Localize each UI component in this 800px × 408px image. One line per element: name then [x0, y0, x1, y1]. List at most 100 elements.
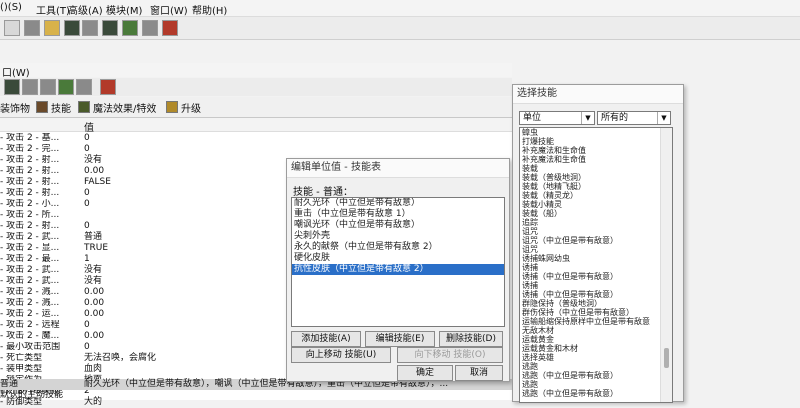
- available-ability-item[interactable]: 诱捕: [520, 263, 672, 272]
- table-row[interactable]: - 攻击 2 - 完... 0: [0, 144, 512, 155]
- ability-list-label: 技能 - 普通：: [293, 187, 353, 198]
- row-value: 0: [84, 320, 90, 330]
- tab-label: 装饰物: [0, 103, 30, 115]
- row-value: 普通: [84, 232, 103, 242]
- available-ability-item[interactable]: 逃跑: [520, 380, 672, 389]
- available-ability-item[interactable]: 诱捕（中立但是带有敌意）: [520, 272, 672, 281]
- ability-list-item[interactable]: 耐久光环（中立但是带有敌意）: [292, 198, 504, 209]
- available-ability-item[interactable]: 诱捕: [520, 281, 672, 290]
- available-ability-list[interactable]: 蟑虫 打爆技能 补充魔法和生命值 补充魔法和生命值 装载 装载（普级地洞） 装载（地精飞艇）…: [519, 127, 673, 403]
- delete-ability-button[interactable]: 删除技能(D): [439, 331, 503, 347]
- available-ability-item[interactable]: 补充魔法和生命值: [520, 155, 672, 164]
- ability-icon[interactable]: [102, 20, 118, 36]
- unit-icon[interactable]: [64, 20, 80, 36]
- ability-list[interactable]: 耐久光环（中立但是带有敌意） 重击（中立但是带有敌意 1） 嘲讽光环（中立但是带有敌…: [291, 197, 505, 327]
- available-ability-item[interactable]: 装载（地精飞艇）: [520, 182, 672, 191]
- available-ability-item[interactable]: 诱捕蛛网幼虫: [520, 254, 672, 263]
- row-value: 0: [84, 221, 90, 231]
- import-icon[interactable]: [58, 79, 74, 95]
- row-value: 没有: [84, 155, 103, 165]
- cancel-button[interactable]: 取消: [455, 365, 503, 381]
- available-ability-item[interactable]: 蟑虫: [520, 128, 672, 137]
- row-key: - 攻击 2 - 溅...: [0, 287, 60, 297]
- new-object-icon[interactable]: [4, 79, 20, 95]
- scrollbar-thumb[interactable]: [664, 348, 669, 368]
- ability-list-item[interactable]: 重击（中立但是带有敌意 1）: [292, 209, 504, 220]
- available-ability-item[interactable]: 诅咒（中立但是带有敌意）: [520, 236, 672, 245]
- tab-buffs-effects[interactable]: 魔法效果/特效: [78, 99, 156, 115]
- available-ability-item[interactable]: 逃跑: [520, 362, 672, 371]
- available-ability-item[interactable]: 补充魔法和生命值: [520, 146, 672, 155]
- available-ability-item[interactable]: 群伤保持（中立但是带有敌意）: [520, 308, 672, 317]
- menu-item-advanced[interactable]: 高级(A): [68, 2, 103, 17]
- row-value: 无法召唤，会腐化: [84, 353, 157, 363]
- row-key: - 攻击 2 - 溅...: [0, 298, 60, 308]
- menu-item-tools[interactable]: 工具(T): [36, 2, 70, 17]
- available-ability-item[interactable]: 运载黄金: [520, 335, 672, 344]
- select-value: 单位: [523, 113, 542, 123]
- available-ability-item[interactable]: 装载（船）: [520, 209, 672, 218]
- available-ability-item[interactable]: 选择英雄: [520, 353, 672, 362]
- tab-abilities[interactable]: 技能: [36, 99, 71, 115]
- edit-ability-button[interactable]: 编辑技能(E): [365, 331, 435, 347]
- available-ability-item[interactable]: 打爆技能: [520, 137, 672, 146]
- menu-item-module[interactable]: 模块(M): [106, 2, 142, 17]
- menu-item-s[interactable]: ()(S): [0, 2, 22, 13]
- paste-icon[interactable]: [40, 79, 56, 95]
- row-value: 0: [84, 342, 90, 352]
- ability-list-item[interactable]: 硬化皮肤: [292, 253, 504, 264]
- available-ability-item[interactable]: 装载（精灵龙）: [520, 191, 672, 200]
- dialog-title: 编辑单位值 - 技能表: [287, 159, 509, 178]
- available-ability-item[interactable]: 无敌木材: [520, 326, 672, 335]
- row-key: - 攻击 2 - 远程: [0, 320, 60, 330]
- delete-icon[interactable]: [100, 79, 116, 95]
- available-ability-item[interactable]: 逃跑（中立但是带有敌意）: [520, 389, 672, 398]
- window-menu-item[interactable]: 口(W): [2, 64, 30, 79]
- tab-upgrades[interactable]: 升级: [166, 99, 201, 115]
- available-ability-item[interactable]: 逃跑（中立但是带有敌意）: [520, 371, 672, 380]
- race-filter-select[interactable]: 单位 ▼: [519, 111, 595, 125]
- ok-button[interactable]: 确定: [397, 365, 453, 381]
- available-ability-item[interactable]: 诱捕（中立但是带有敌意）: [520, 290, 672, 299]
- tab-decorations[interactable]: 装饰物: [0, 99, 30, 115]
- category-filter-select[interactable]: 所有的 ▼: [597, 111, 671, 125]
- row-value: TRUE: [84, 243, 109, 253]
- terrain-icon[interactable]: [24, 20, 40, 36]
- available-ability-item[interactable]: 诅咒: [520, 227, 672, 236]
- ability-list-item[interactable]: 抗性皮肤（中立但是带有敌意 2）: [292, 264, 504, 275]
- sound-icon[interactable]: [44, 20, 60, 36]
- select-ability-dialog: 选择技能 单位 ▼ 所有的 ▼ 蟑虫 打爆技能 补充魔法和生命值 补充魔法和生命值 装载…: [512, 84, 684, 403]
- test-map-icon[interactable]: [162, 20, 178, 36]
- available-ability-item[interactable]: 装载小精灵: [520, 200, 672, 209]
- upgrade-icon[interactable]: [122, 20, 138, 36]
- table-row[interactable]: 默认的主动技能: [0, 390, 512, 401]
- ability-list-item[interactable]: 尖刺外壳: [292, 231, 504, 242]
- available-ability-item[interactable]: 装载（普级地洞）: [520, 173, 672, 182]
- row-value: 0: [84, 199, 90, 209]
- menu-item-help[interactable]: 帮助(H): [192, 2, 227, 17]
- available-ability-item[interactable]: 装载: [520, 164, 672, 173]
- object-icon[interactable]: [142, 20, 158, 36]
- row-key: - 攻击 2 - 显...: [0, 243, 60, 253]
- available-ability-item[interactable]: 运输船缩保持原样中立但是带有敌意: [520, 317, 672, 326]
- available-ability-item[interactable]: 诅咒: [520, 245, 672, 254]
- available-ability-item[interactable]: 群隐保持（普级地洞）: [520, 299, 672, 308]
- ability-list-item[interactable]: 永久的献祭（中立但是带有敌意 2）: [292, 242, 504, 253]
- available-ability-item[interactable]: 运载黄金和木材: [520, 344, 672, 353]
- arrow-icon[interactable]: [4, 20, 20, 36]
- tab-label: 技能: [51, 103, 71, 115]
- row-value: 血肉: [84, 364, 103, 374]
- move-down-button[interactable]: 向下移动 技能(O): [397, 347, 503, 363]
- ability-list-item[interactable]: 嘲讽光环（中立但是带有敌意）: [292, 220, 504, 231]
- menu-item-window[interactable]: 窗口(W): [150, 2, 188, 17]
- add-ability-button[interactable]: 添加技能(A): [291, 331, 361, 347]
- row-value: 没有: [84, 265, 103, 275]
- available-ability-item[interactable]: 追踪: [520, 218, 672, 227]
- item-icon[interactable]: [82, 20, 98, 36]
- chevron-down-icon: ▼: [657, 112, 670, 124]
- move-up-button[interactable]: 向上移动 技能(U): [291, 347, 391, 363]
- scrollbar[interactable]: [660, 128, 672, 402]
- export-icon[interactable]: [76, 79, 92, 95]
- table-row[interactable]: - 攻击 2 - 基... 0: [0, 133, 512, 144]
- copy-icon[interactable]: [22, 79, 38, 95]
